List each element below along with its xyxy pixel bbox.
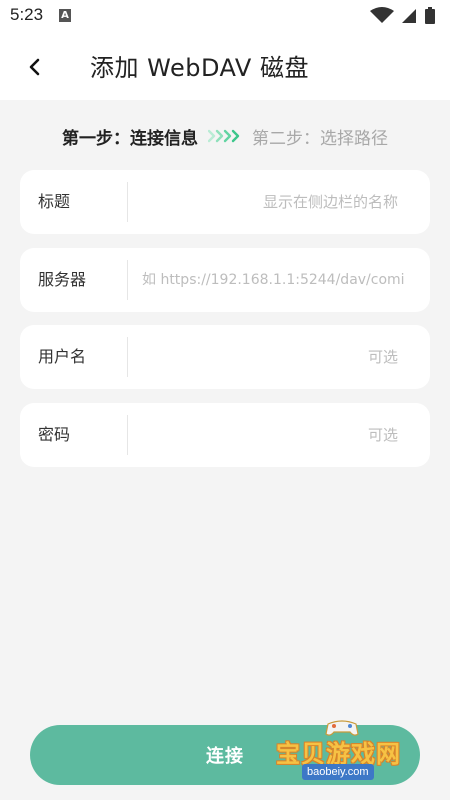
- status-icons: [362, 6, 442, 26]
- username-field: 用户名: [20, 325, 430, 389]
- header: 添加 WebDAV 磁盘: [0, 32, 450, 100]
- back-arrow-icon: [29, 58, 40, 76]
- signal-icon: [402, 9, 416, 23]
- server-field: 服务器: [20, 248, 430, 312]
- username-field-label: 用户名: [38, 347, 87, 366]
- back-button[interactable]: [18, 50, 52, 84]
- server-input[interactable]: [128, 248, 414, 312]
- step-2-label: 第二步：选择路径: [252, 128, 388, 149]
- watermark: 宝贝游戏网 baobeiy.com: [272, 716, 422, 786]
- wifi-icon: [370, 7, 394, 23]
- step-indicator: 第一步：连接信息 第二步：选择路径: [0, 122, 450, 150]
- password-input[interactable]: [128, 403, 414, 467]
- password-field-label: 密码: [38, 425, 71, 444]
- page-title: 添加 WebDAV 磁盘: [90, 54, 309, 82]
- watermark-url: baobeiy.com: [302, 764, 374, 780]
- server-field-label: 服务器: [38, 270, 87, 289]
- username-input[interactable]: [128, 325, 414, 389]
- battery-icon: [425, 7, 435, 24]
- status-bar: 5:23 A: [0, 0, 450, 32]
- status-time: 5:23: [10, 5, 44, 24]
- step-1-label: 第一步：连接信息: [62, 128, 198, 149]
- title-field-label: 标题: [38, 192, 71, 211]
- title-field: 标题: [20, 170, 430, 234]
- password-field: 密码: [20, 403, 430, 467]
- title-input[interactable]: [128, 170, 414, 234]
- step-arrows-icon: [208, 129, 242, 143]
- notification-a-icon: A: [59, 9, 71, 22]
